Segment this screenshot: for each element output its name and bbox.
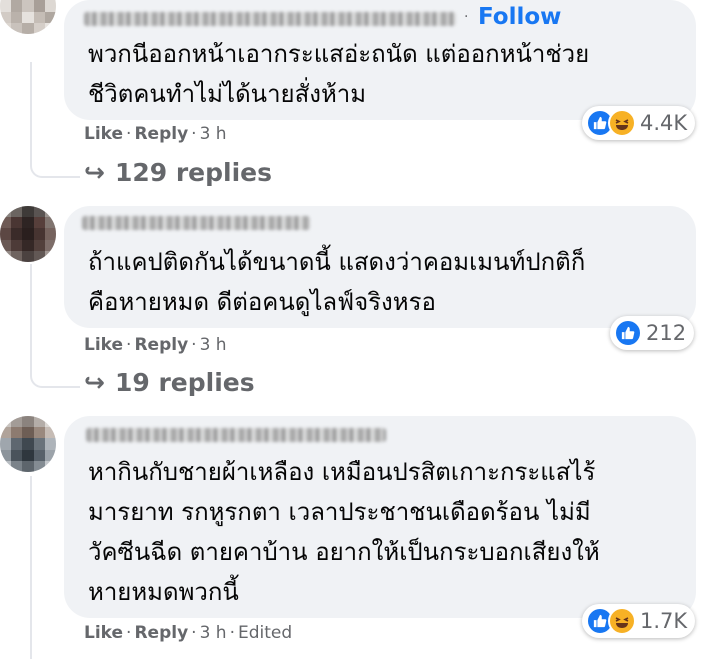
like-button[interactable]: Like <box>84 124 123 144</box>
follow-button[interactable]: Follow <box>478 4 561 30</box>
reply-button[interactable]: Reply <box>134 124 188 144</box>
reply-arrow-icon: ↪ <box>84 158 105 187</box>
edited-label: Edited <box>237 623 293 643</box>
comment-actions: Like · Reply · 3 h · Edited <box>84 623 293 643</box>
author-name[interactable] <box>86 428 386 442</box>
like-button[interactable]: Like <box>84 623 123 643</box>
thread-elbow <box>30 162 80 178</box>
thread-line <box>30 264 32 376</box>
comment-text: หากินกับชายผ้าเหลือง เหมือนปรสิตเกาะกระแ… <box>88 458 600 606</box>
like-icon <box>614 319 642 347</box>
author-name[interactable] <box>82 216 310 230</box>
author-name[interactable] <box>84 12 456 26</box>
reaction-count: 212 <box>646 321 687 345</box>
replies-count: 129 replies <box>114 158 272 187</box>
view-replies-button[interactable]: ↪ 129 replies <box>84 158 272 187</box>
follow-separator: · <box>464 9 469 25</box>
timestamp[interactable]: 3 h <box>200 335 227 355</box>
reply-button[interactable]: Reply <box>134 335 188 355</box>
comment-text: พวกนีออกหน้าเอากระแสอ่ะถนัด แต่ออกหน้าช่… <box>88 40 590 108</box>
avatar[interactable] <box>0 416 56 472</box>
reaction-count: 4.4K <box>640 111 688 135</box>
timestamp[interactable]: 3 h <box>200 124 227 144</box>
reaction-summary[interactable]: 4.4K <box>582 106 696 140</box>
comment-actions: Like · Reply · 3 h <box>84 124 227 144</box>
avatar[interactable] <box>0 0 56 34</box>
thread-line <box>30 62 32 164</box>
reaction-count: 1.7K <box>640 609 688 633</box>
reply-arrow-icon: ↪ <box>84 368 105 397</box>
thread-elbow <box>30 372 80 388</box>
haha-icon <box>608 109 636 137</box>
reaction-summary[interactable]: 1.7K <box>582 604 696 638</box>
like-button[interactable]: Like <box>84 335 123 355</box>
replies-count: 19 replies <box>114 368 255 397</box>
comment-text: ถ้าแคปติดกันได้ขนาดนี้ แสดงว่าคอมเมนท์ปก… <box>88 248 586 316</box>
view-replies-button[interactable]: ↪ 19 replies <box>84 368 255 397</box>
comment-actions: Like · Reply · 3 h <box>84 335 227 355</box>
thread-line <box>30 476 32 659</box>
reply-button[interactable]: Reply <box>134 623 188 643</box>
timestamp[interactable]: 3 h <box>200 623 227 643</box>
reaction-summary[interactable]: 212 <box>610 316 695 350</box>
avatar[interactable] <box>0 206 56 262</box>
haha-icon <box>608 607 636 635</box>
